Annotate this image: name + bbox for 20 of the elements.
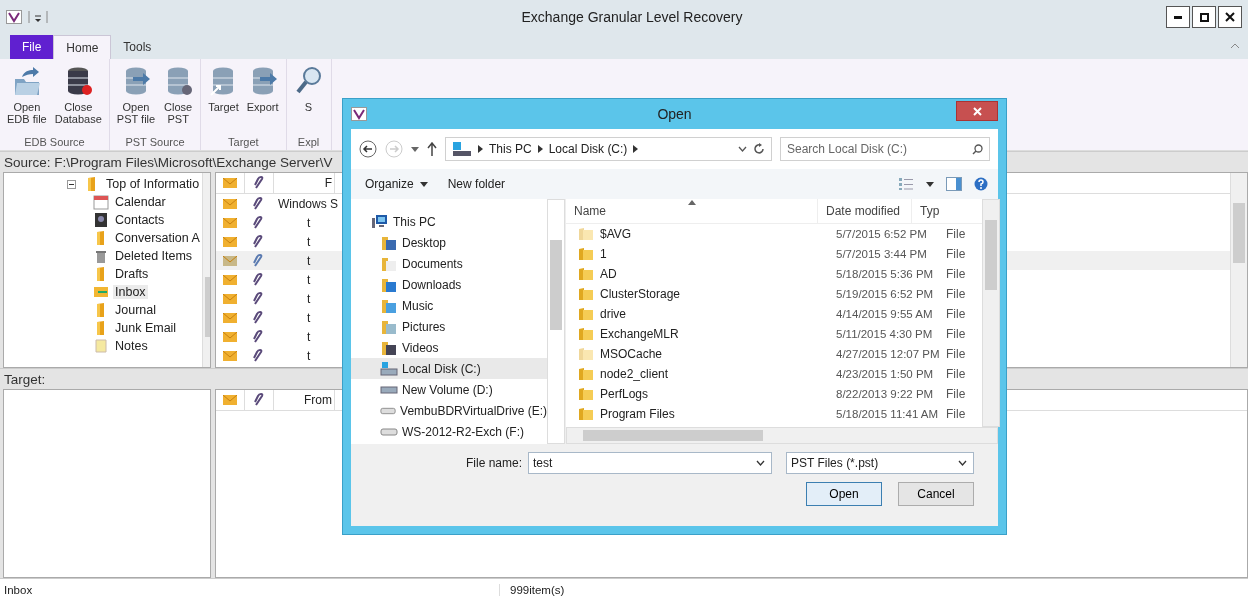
sender-cell-text: t: [306, 272, 311, 287]
target-label: Target:: [4, 371, 46, 387]
file-name-label: File name:: [465, 456, 522, 470]
sender-cell-text: t: [306, 310, 311, 325]
ribbon-group-label: PST Source: [125, 136, 185, 148]
ribbon-group-label: EDB Source: [24, 136, 85, 148]
status-count: 999item(s): [509, 584, 565, 596]
sender-cell-text: t: [306, 348, 311, 363]
ribbon-group-label: Target: [228, 136, 259, 148]
sender-cell-text: Windows S: [277, 196, 339, 211]
source-path: Source: F:\Program Files\Microsoft\Exchange Server\V: [4, 154, 333, 170]
dialog-title: Open: [656, 106, 693, 122]
ribbon-group-label: Expl: [297, 136, 320, 148]
sender-cell-text: t: [306, 329, 311, 344]
window-title: Exchange Granular Level Recovery: [520, 9, 744, 25]
sender-cell-text: t: [306, 291, 311, 306]
sender-cell-text: t: [306, 215, 311, 230]
sender-cell-text: t: [306, 234, 311, 249]
sender-cell-text: t: [306, 253, 311, 268]
status-folder: Inbox: [0, 584, 500, 596]
